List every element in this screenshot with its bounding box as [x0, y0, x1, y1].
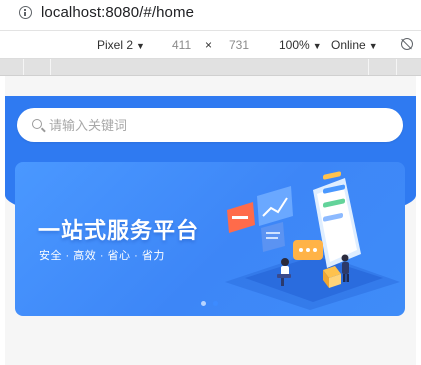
zoom-select[interactable]: 100% ▼: [279, 38, 322, 52]
chevron-down-icon: ▼: [368, 41, 378, 51]
banner-illustration: [225, 171, 400, 310]
banner-subtitle: 安全 · 高效 · 省心 · 省力: [39, 250, 165, 262]
rotate-icon[interactable]: [401, 38, 413, 50]
carousel-dot[interactable]: [201, 301, 206, 306]
search-input[interactable]: [49, 108, 389, 142]
site-info-icon[interactable]: [19, 6, 32, 19]
chevron-down-icon: ▼: [312, 41, 322, 51]
height-input[interactable]: 731: [229, 38, 249, 52]
banner-title: 一站式服务平台: [38, 218, 200, 243]
banner-carousel[interactable]: 一站式服务平台 安全 · 高效 · 省心 · 省力: [15, 162, 405, 316]
search-bar[interactable]: [17, 108, 403, 142]
device-viewport: 一站式服务平台 安全 · 高效 · 省心 · 省力: [5, 76, 416, 365]
chevron-down-icon: ▼: [136, 41, 145, 51]
search-icon: [32, 119, 42, 129]
carousel-dot[interactable]: [213, 301, 218, 306]
width-input[interactable]: 411: [172, 38, 191, 52]
url-text[interactable]: localhost:8080/#/home: [41, 4, 194, 21]
dimension-separator: ×: [205, 38, 213, 52]
network-throttle-select[interactable]: Online ▼: [331, 38, 378, 52]
device-select[interactable]: Pixel 2 ▼: [97, 38, 145, 52]
browser-address-bar[interactable]: localhost:8080/#/home: [0, 0, 421, 31]
device-toolbar: Pixel 2 ▼ 411 × 731 100% ▼ Online ▼: [0, 31, 421, 59]
media-query-bar[interactable]: [0, 59, 421, 76]
